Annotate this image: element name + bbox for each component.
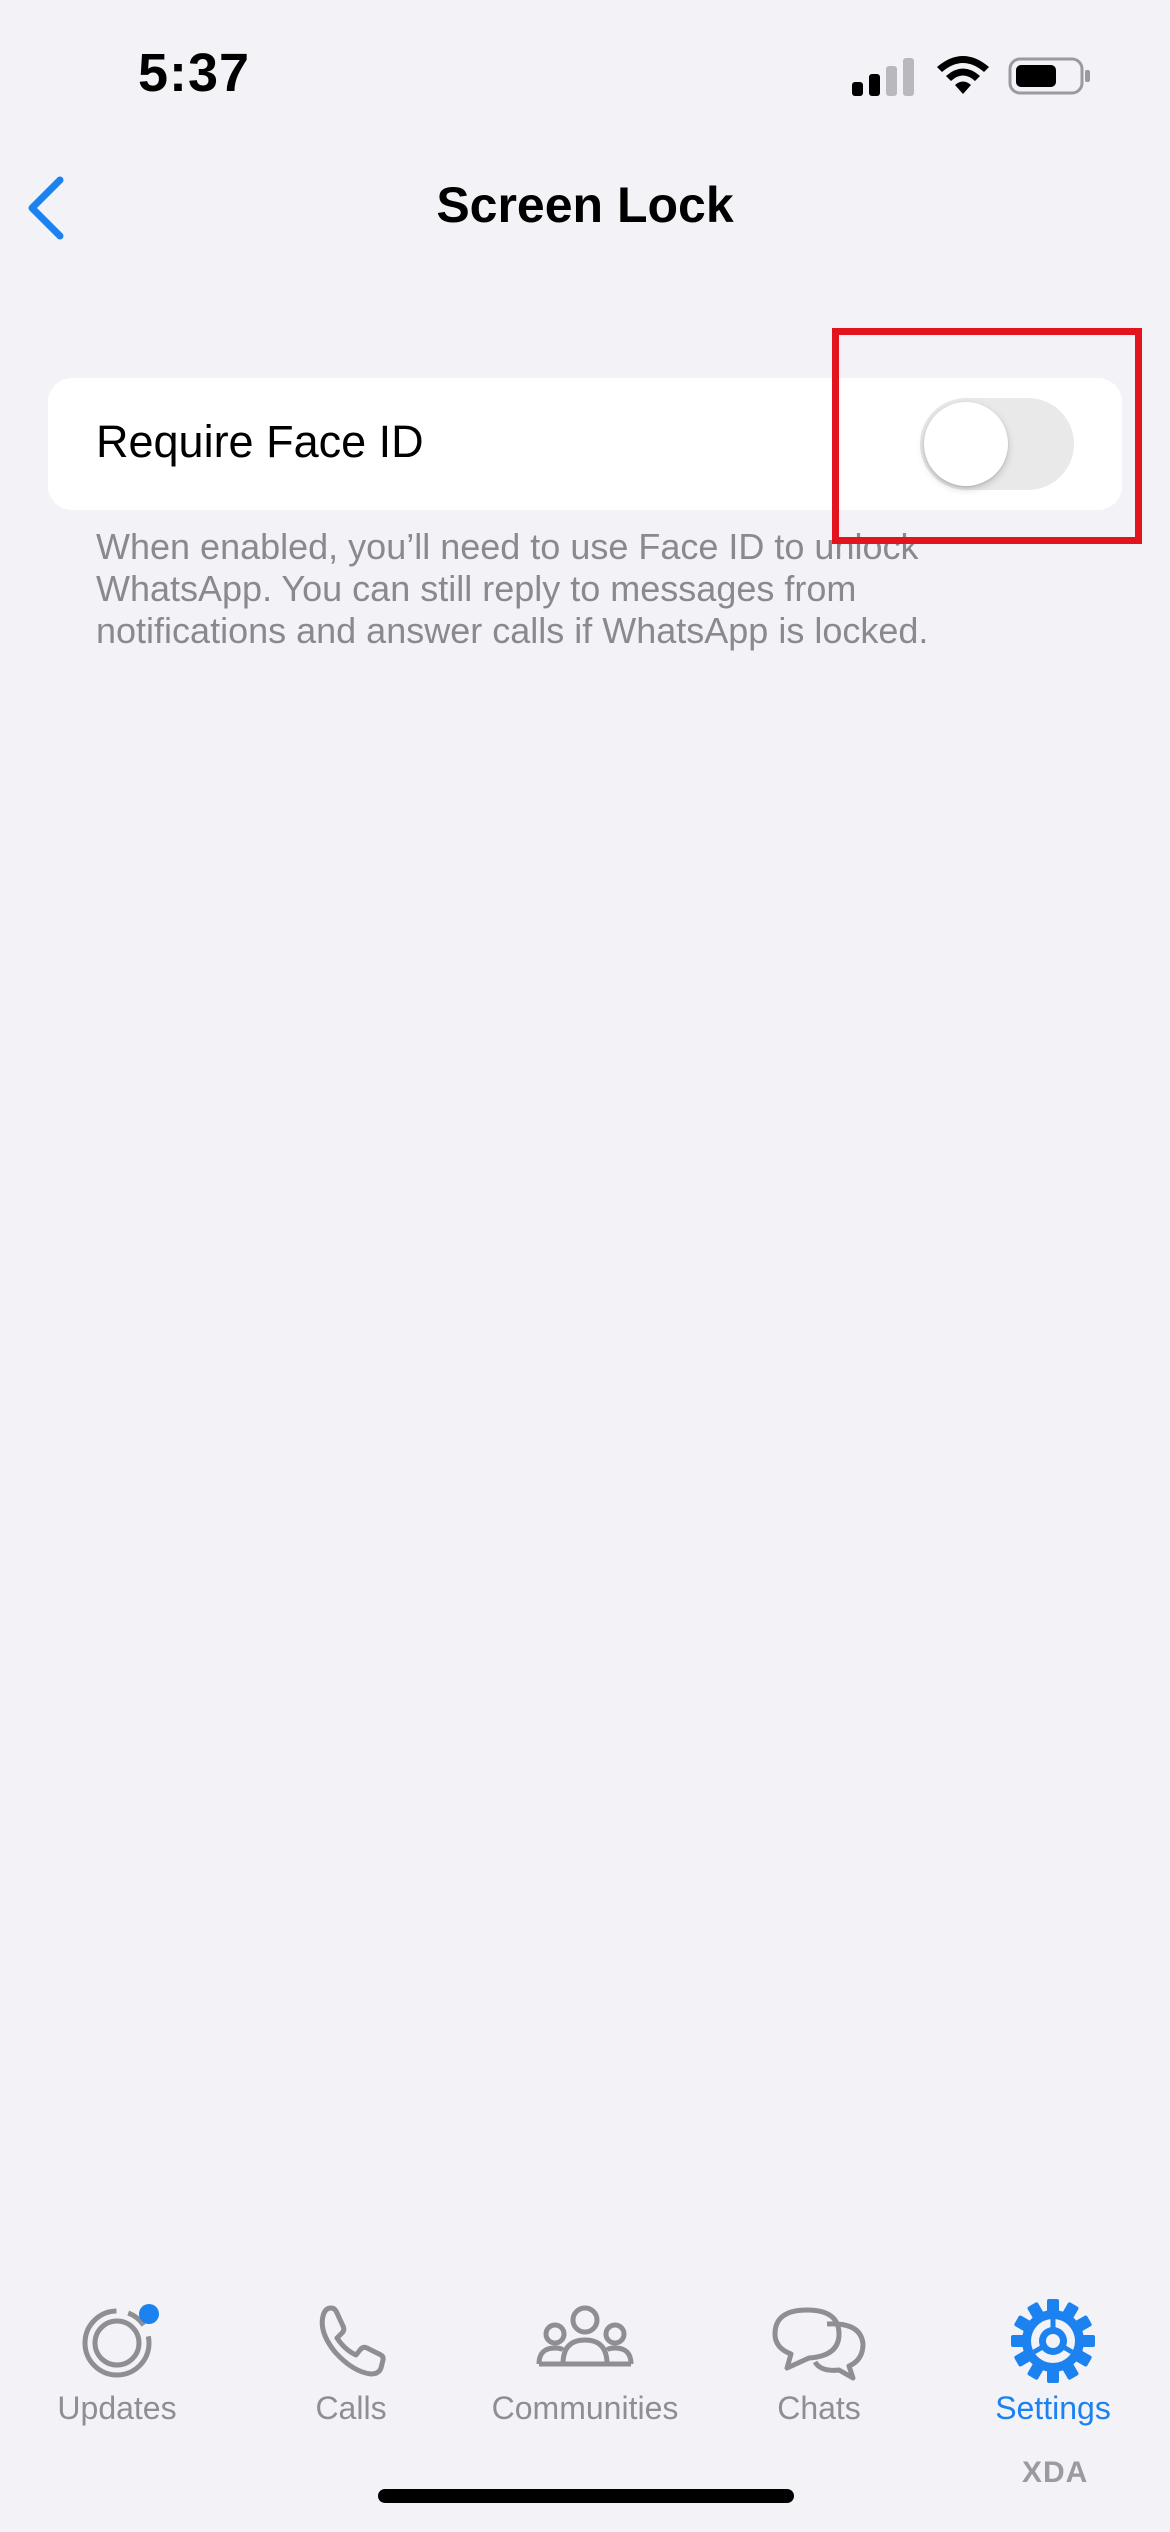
tab-label: Chats [777, 2390, 861, 2426]
chats-icon [769, 2298, 869, 2384]
updates-badge-dot [139, 2304, 159, 2324]
face-id-footnote: When enabled, you’ll need to use Face ID… [96, 526, 929, 651]
tab-communities[interactable]: Communities [468, 2278, 702, 2438]
require-face-id-label: Require Face ID [96, 416, 424, 467]
tab-label: Communities [491, 2390, 679, 2426]
tab-calls[interactable]: Calls [234, 2278, 468, 2438]
updates-icon [67, 2298, 167, 2384]
tab-chats[interactable]: Chats [702, 2278, 936, 2438]
communities-icon [535, 2298, 635, 2384]
tab-label: Calls [315, 2390, 387, 2426]
wifi-icon [936, 54, 990, 96]
home-indicator [378, 2489, 794, 2503]
status-time: 5:37 [138, 43, 251, 103]
tab-settings[interactable]: Settings [936, 2278, 1170, 2438]
tab-label: Updates [57, 2390, 177, 2426]
xda-watermark: XDA [1022, 2456, 1089, 2489]
cellular-signal-icon [852, 56, 916, 96]
highlight-box [832, 328, 1142, 544]
tab-updates[interactable]: Updates [0, 2278, 234, 2438]
settings-gear-icon [1003, 2298, 1103, 2384]
page-title: Screen Lock [436, 177, 734, 233]
tab-label: Settings [995, 2390, 1111, 2426]
battery-icon [1008, 56, 1092, 96]
phone-icon [301, 2298, 401, 2384]
